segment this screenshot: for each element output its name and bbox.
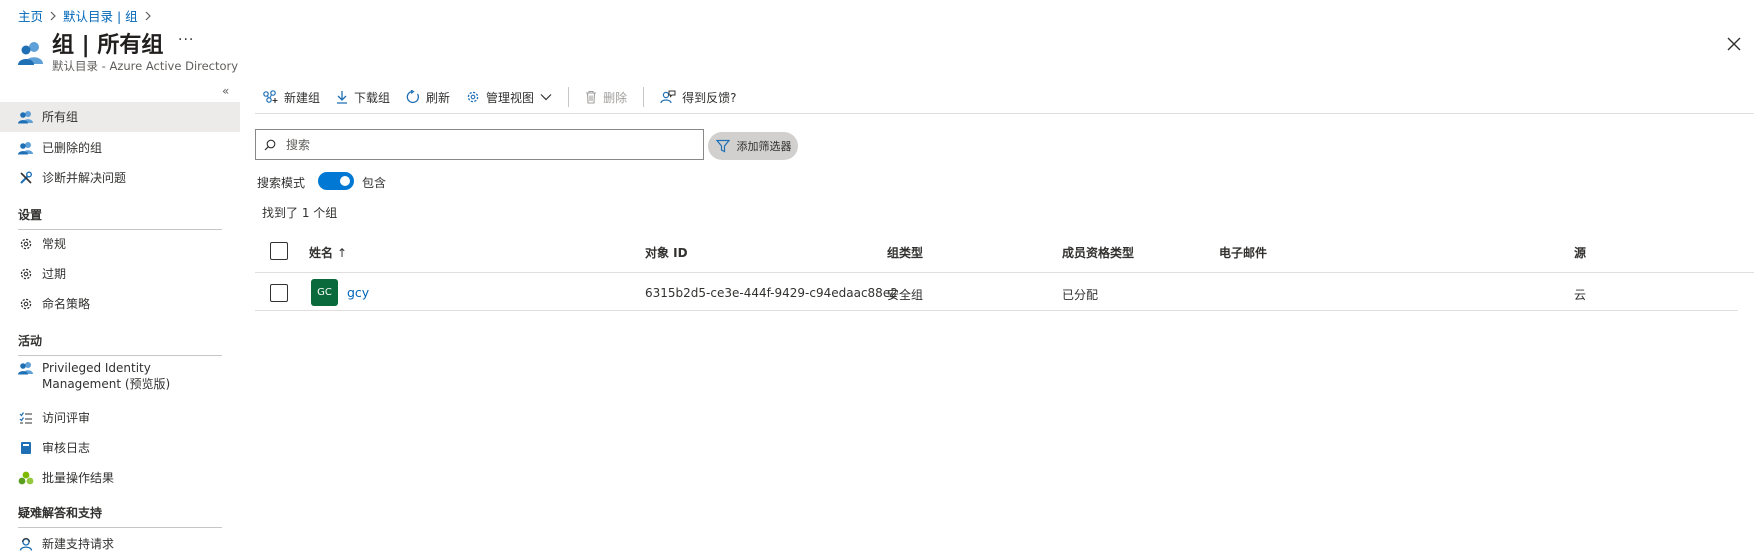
search-mode-label: 搜索模式 [257,176,306,190]
sidebar-item-naming-policy[interactable]: 命名策略 [0,290,240,318]
group-icon [18,109,34,125]
more-options-button[interactable]: ··· [178,32,194,48]
refresh-button[interactable]: 刷新 [406,89,450,106]
trash-icon [585,90,597,104]
add-filter-button[interactable]: 添加筛选器 [708,132,798,160]
column-header-name-label: 姓名 [309,246,334,260]
table-header-divider [255,272,1754,273]
support-person-icon [18,536,34,552]
search-box [255,129,704,160]
refresh-label: 刷新 [426,90,451,105]
sidebar-item-deleted-groups[interactable]: 已删除的组 [0,134,240,162]
feedback-button[interactable]: 得到反馈? [660,89,736,106]
sidebar-item-diagnose[interactable]: 诊断并解决问题 [0,164,240,192]
search-icon [264,139,276,151]
column-header-email[interactable]: 电子邮件 [1219,244,1267,261]
sidebar-item-all-groups[interactable]: 所有组 [0,102,240,132]
sidebar-item-label: 已删除的组 [42,141,103,155]
gear-icon [18,236,34,252]
sidebar-item-label: 新建支持请求 [42,537,115,551]
feedback-label: 得到反馈? [682,90,737,105]
column-header-object-id[interactable]: 对象 ID [645,244,688,261]
bulk-operations-icon [18,470,34,486]
sidebar-item-label: 命名策略 [42,297,91,311]
section-troubleshooting: 疑难解答和支持 [18,504,222,528]
book-icon [18,440,34,456]
new-group-button[interactable]: 新建组 [262,89,320,106]
column-header-membership-type[interactable]: 成员资格类型 [1062,244,1134,261]
sidebar-item-label: 审核日志 [42,441,91,455]
sort-ascending-icon: ↑ [337,245,348,260]
cell-group-type: 安全组 [887,288,924,302]
chevron-right-icon [49,11,57,21]
sidebar-item-label: 批量操作结果 [42,471,115,485]
column-header-group-type[interactable]: 组类型 [887,244,923,261]
manage-view-button[interactable]: 管理视图 [466,89,552,106]
section-settings: 设置 [18,206,222,230]
chevron-right-icon [144,11,152,21]
sidebar-item-label: 过期 [42,267,67,281]
group-icon [18,360,34,376]
chevron-down-icon [540,93,552,101]
refresh-icon [406,90,420,104]
cell-membership-type: 已分配 [1062,288,1099,302]
close-icon[interactable] [1726,36,1742,52]
new-group-icon [262,90,278,104]
sidebar-item-label: 常规 [42,237,67,251]
group-icon [18,140,34,156]
gear-icon [466,90,480,104]
checklist-icon [18,410,34,426]
row-checkbox[interactable] [270,284,288,302]
sidebar-item-access-reviews[interactable]: 访问评审 [0,404,240,432]
avatar: GC [311,279,338,306]
command-bar: 新建组 下载组 刷新 管理视图 删除 得到反馈? [262,86,752,108]
sidebar-item-label: 所有组 [42,110,79,124]
gear-icon [18,296,34,312]
sidebar-item-audit-logs[interactable]: 审核日志 [0,434,240,462]
new-group-label: 新建组 [284,90,321,105]
sidebar-item-bulk-results[interactable]: 批量操作结果 [0,464,240,492]
breadcrumb-directory-link[interactable]: 默认目录 | 组 [63,6,138,25]
select-all-checkbox[interactable] [270,242,288,260]
sidebar-item-label: 诊断并解决问题 [42,171,127,185]
breadcrumb: 主页 默认目录 | 组 [18,6,152,25]
cell-source: 云 [1574,288,1587,302]
toggle-knob [340,176,350,186]
groups-icon [18,40,44,66]
search-input[interactable] [286,137,686,152]
sidebar-item-label: 访问评审 [42,411,91,425]
sidebar-item-expiration[interactable]: 过期 [0,260,240,288]
delete-button[interactable]: 删除 [585,89,627,106]
delete-label: 删除 [603,90,628,105]
toolbar-divider-line [255,113,1754,114]
add-filter-label: 添加筛选器 [736,139,792,153]
sidebar-item-label: Privileged Identity Management (预览版) [42,361,171,391]
download-icon [336,90,348,104]
toolbar-divider [568,87,570,107]
result-count: 找到了 1 个组 [262,206,338,220]
page-subtitle: 默认目录 - Azure Active Directory [52,59,239,73]
column-header-source[interactable]: 源 [1574,244,1586,261]
wrench-icon [18,170,34,186]
cell-object-id: 6315b2d5-ce3e-444f-9429-c94edaac88e2 [645,286,898,300]
group-name-link[interactable]: gcy [347,285,369,300]
column-header-name[interactable]: 姓名 ↑ [309,244,347,261]
feedback-icon [660,90,676,104]
manage-view-label: 管理视图 [486,90,535,105]
collapse-sidebar-button[interactable]: « [222,84,229,98]
search-mode-toggle-label: 包含 [362,176,387,190]
page-title: 组 | 所有组 [52,33,164,58]
sidebar-item-new-support-request[interactable]: 新建支持请求 [0,530,240,558]
download-groups-label: 下载组 [354,90,391,105]
breadcrumb-home-link[interactable]: 主页 [18,6,43,25]
search-mode-toggle[interactable] [318,172,354,190]
table-row-divider [255,310,1738,311]
download-groups-button[interactable]: 下载组 [336,89,390,106]
filter-icon [716,139,730,153]
section-activity: 活动 [18,332,222,356]
toolbar-divider [643,87,645,107]
sidebar-item-general[interactable]: 常规 [0,230,240,258]
sidebar-item-pim[interactable]: Privileged Identity Management (预览版) [0,360,240,396]
gear-icon [18,266,34,282]
